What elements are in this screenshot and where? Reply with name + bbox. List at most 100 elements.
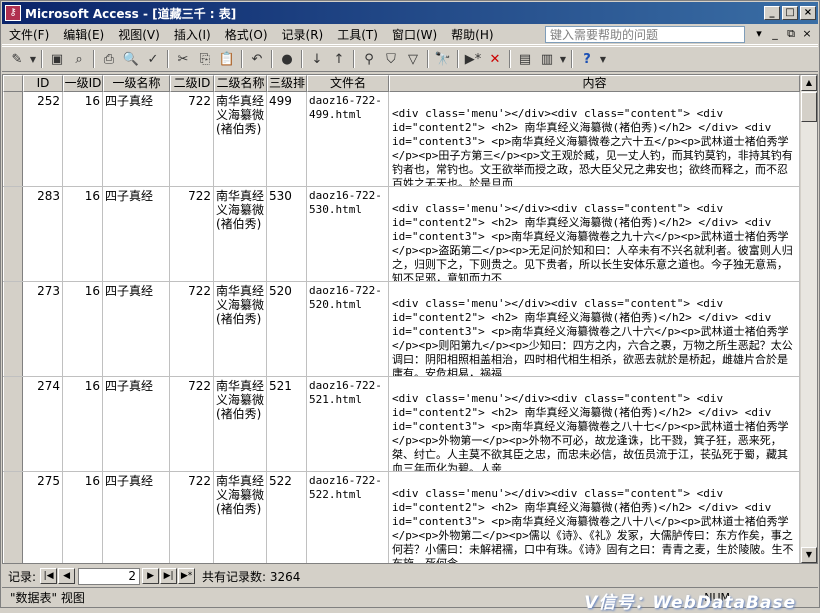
row-selector[interactable] bbox=[3, 282, 23, 376]
spelling-icon[interactable]: ✓ bbox=[142, 48, 164, 70]
paste-icon[interactable]: 📋 bbox=[216, 48, 238, 70]
previous-record-button[interactable]: ◀ bbox=[58, 568, 76, 584]
cell-l1name[interactable]: 四子真经 bbox=[103, 282, 170, 376]
row-selector[interactable] bbox=[3, 92, 23, 186]
doc-minimize-button[interactable]: _ bbox=[767, 27, 783, 41]
find-icon[interactable]: 🔭 bbox=[432, 48, 454, 70]
cell-l3[interactable]: 499 bbox=[267, 92, 307, 186]
cell-content[interactable]: <div class='menu'></div><div class="cont… bbox=[389, 377, 800, 471]
help-search-input[interactable]: 键入需要帮助的问题 bbox=[545, 25, 745, 43]
menu-tools[interactable]: 工具(T) bbox=[330, 26, 385, 43]
cell-id[interactable]: 274 bbox=[23, 377, 63, 471]
cell-l2name[interactable]: 南华真经义海纂微(褚伯秀) bbox=[214, 377, 267, 471]
column-header-l1name[interactable]: 一级名称 bbox=[103, 75, 170, 92]
save-icon[interactable]: ▣ bbox=[46, 48, 68, 70]
cell-l3[interactable]: 530 bbox=[267, 187, 307, 281]
print-preview-icon[interactable]: 🔍 bbox=[120, 48, 142, 70]
column-header-content[interactable]: 内容 bbox=[389, 75, 800, 92]
menu-file[interactable]: 文件(F) bbox=[2, 26, 56, 43]
cell-l1id[interactable]: 16 bbox=[63, 377, 103, 471]
cell-filename[interactable]: daoz16-722-499.html bbox=[307, 92, 389, 186]
next-record-button[interactable]: ▶ bbox=[142, 568, 160, 584]
help-icon[interactable]: ? bbox=[576, 48, 598, 70]
menu-view[interactable]: 视图(V) bbox=[111, 26, 167, 43]
table-row[interactable]: 275 16 四子真经 722 南华真经义海纂微(褚伯秀) 522 daoz16-722-5… bbox=[3, 472, 800, 563]
new-record-icon[interactable]: ▶* bbox=[462, 48, 484, 70]
cell-filename[interactable]: daoz16-722-522.html bbox=[307, 472, 389, 563]
cell-l2id[interactable]: 722 bbox=[170, 187, 214, 281]
cell-l2name[interactable]: 南华真经义海纂微(褚伯秀) bbox=[214, 92, 267, 186]
new-object-icon[interactable]: ▥ bbox=[536, 48, 558, 70]
cell-l1name[interactable]: 四子真经 bbox=[103, 92, 170, 186]
column-header-l2id[interactable]: 二级ID bbox=[170, 75, 214, 92]
table-row[interactable]: 252 16 四子真经 722 南华真经义海纂微(褚伯秀) 499 daoz16-722-4… bbox=[3, 92, 800, 187]
hyperlink-icon[interactable]: ● bbox=[276, 48, 298, 70]
cut-icon[interactable]: ✂ bbox=[172, 48, 194, 70]
menu-format[interactable]: 格式(O) bbox=[218, 26, 275, 43]
cell-l2name[interactable]: 南华真经义海纂微(褚伯秀) bbox=[214, 187, 267, 281]
cell-filename[interactable]: daoz16-722-521.html bbox=[307, 377, 389, 471]
menu-records[interactable]: 记录(R) bbox=[275, 26, 331, 43]
row-selector[interactable] bbox=[3, 472, 23, 563]
menu-help[interactable]: 帮助(H) bbox=[444, 26, 500, 43]
cell-filename[interactable]: daoz16-722-520.html bbox=[307, 282, 389, 376]
column-header-filename[interactable]: 文件名 bbox=[307, 75, 389, 92]
search-file-icon[interactable]: ⌕ bbox=[68, 48, 90, 70]
scroll-down-button[interactable]: ▼ bbox=[801, 547, 817, 563]
cell-l2id[interactable]: 722 bbox=[170, 472, 214, 563]
cell-id[interactable]: 283 bbox=[23, 187, 63, 281]
cell-content[interactable]: <div class='menu'></div><div class="cont… bbox=[389, 472, 800, 563]
cell-l3[interactable]: 520 bbox=[267, 282, 307, 376]
cell-l1id[interactable]: 16 bbox=[63, 472, 103, 563]
cell-l3[interactable]: 522 bbox=[267, 472, 307, 563]
menu-window[interactable]: 窗口(W) bbox=[385, 26, 444, 43]
minimize-button[interactable]: _ bbox=[764, 6, 780, 20]
cell-l2id[interactable]: 722 bbox=[170, 282, 214, 376]
last-record-button[interactable]: ▶| bbox=[160, 568, 178, 584]
cell-id[interactable]: 252 bbox=[23, 92, 63, 186]
cell-l1id[interactable]: 16 bbox=[63, 282, 103, 376]
first-record-button[interactable]: |◀ bbox=[40, 568, 58, 584]
cell-l2id[interactable]: 722 bbox=[170, 377, 214, 471]
cell-content[interactable]: <div class='menu'></div><div class="cont… bbox=[389, 92, 800, 186]
filter-by-form-icon[interactable]: ⛉ bbox=[380, 48, 402, 70]
current-record-input[interactable]: 2 bbox=[78, 567, 141, 585]
column-header-l2name[interactable]: 二级名称 bbox=[214, 75, 267, 92]
cell-content[interactable]: <div class='menu'></div><div class="cont… bbox=[389, 282, 800, 376]
close-button[interactable]: × bbox=[800, 6, 816, 20]
select-all-corner[interactable] bbox=[3, 75, 23, 92]
filter-by-selection-icon[interactable]: ⚲ bbox=[358, 48, 380, 70]
column-header-l3[interactable]: 三级排 bbox=[267, 75, 307, 92]
doc-close-icon[interactable]: ▾ bbox=[751, 27, 767, 41]
apply-filter-icon[interactable]: ▽ bbox=[402, 48, 424, 70]
cell-filename[interactable]: daoz16-722-530.html bbox=[307, 187, 389, 281]
new-record-button[interactable]: ▶* bbox=[178, 568, 196, 584]
scroll-up-button[interactable]: ▲ bbox=[801, 75, 817, 91]
column-header-id[interactable]: ID bbox=[23, 75, 63, 92]
cell-content[interactable]: <div class='menu'></div><div class="cont… bbox=[389, 187, 800, 281]
cell-id[interactable]: 273 bbox=[23, 282, 63, 376]
table-row[interactable]: 283 16 四子真经 722 南华真经义海纂微(褚伯秀) 530 daoz16-722-5… bbox=[3, 187, 800, 282]
doc-close-button[interactable]: × bbox=[799, 27, 815, 41]
cell-l2name[interactable]: 南华真经义海纂微(褚伯秀) bbox=[214, 472, 267, 563]
menu-insert[interactable]: 插入(I) bbox=[167, 26, 218, 43]
dropdown-arrow-icon[interactable]: ▼ bbox=[558, 48, 568, 70]
cell-l1name[interactable]: 四子真经 bbox=[103, 377, 170, 471]
database-window-icon[interactable]: ▤ bbox=[514, 48, 536, 70]
print-icon[interactable]: ⎙ bbox=[98, 48, 120, 70]
cell-l1name[interactable]: 四子真经 bbox=[103, 472, 170, 563]
view-pencil-icon[interactable]: ✎ bbox=[6, 48, 28, 70]
cell-l1name[interactable]: 四子真经 bbox=[103, 187, 170, 281]
sort-ascending-icon[interactable]: ↓ bbox=[306, 48, 328, 70]
table-row[interactable]: 273 16 四子真经 722 南华真经义海纂微(褚伯秀) 520 daoz16-722-5… bbox=[3, 282, 800, 377]
row-selector[interactable] bbox=[3, 377, 23, 471]
row-selector[interactable] bbox=[3, 187, 23, 281]
menu-edit[interactable]: 编辑(E) bbox=[56, 26, 111, 43]
copy-icon[interactable]: ⎘ bbox=[194, 48, 216, 70]
doc-restore-button[interactable]: ⧉ bbox=[783, 27, 799, 41]
cell-l1id[interactable]: 16 bbox=[63, 187, 103, 281]
cell-l1id[interactable]: 16 bbox=[63, 92, 103, 186]
vertical-scrollbar[interactable]: ▲ ▼ bbox=[800, 75, 817, 563]
scroll-thumb[interactable] bbox=[801, 92, 817, 122]
maximize-button[interactable]: □ bbox=[782, 6, 798, 20]
